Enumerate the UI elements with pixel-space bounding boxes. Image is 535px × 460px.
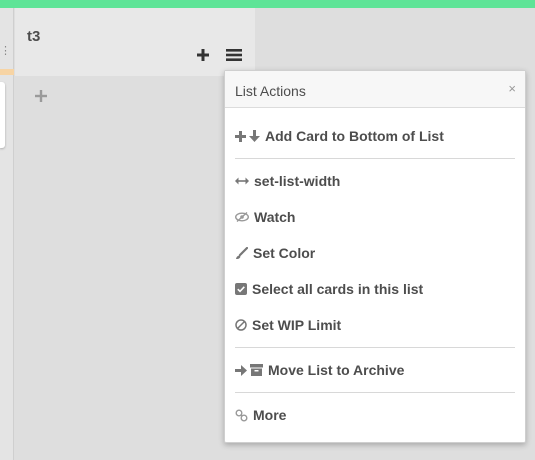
select-all-cards-item[interactable]: Select all cards in this list [235,278,423,300]
plus-icon [235,130,246,142]
add-card-icon[interactable] [35,90,47,102]
paint-brush-icon [236,246,248,259]
list-title[interactable]: t3 [27,28,40,45]
watch-item[interactable]: Watch [235,206,295,228]
set-list-width-item[interactable]: set-list-width [235,170,340,192]
list-column: t3 [15,8,255,460]
item-label: Move List to Archive [268,362,405,378]
drag-handle-icon[interactable]: ⋮ [0,46,11,57]
previous-list-card[interactable] [0,82,5,148]
arrows-horizontal-icon [235,177,249,185]
link-icon [235,409,248,421]
move-list-to-archive-item[interactable]: Move List to Archive [235,359,404,381]
close-icon[interactable]: × [508,82,516,95]
eye-slash-icon [235,212,249,222]
add-card-to-bottom-item[interactable]: Add Card to Bottom of List [235,125,444,147]
header-bar [0,0,535,8]
item-label: Set Color [253,245,316,261]
previous-list-color-accent [0,69,14,75]
hamburger-menu-icon[interactable] [226,48,242,62]
item-label: Set WIP Limit [252,317,342,333]
archive-icon [250,364,263,376]
popup-header: List Actions × [225,71,525,108]
arrow-down-icon [249,130,260,142]
arrow-right-icon [235,364,247,376]
set-wip-limit-item[interactable]: Set WIP Limit [235,314,341,336]
divider [235,158,515,159]
item-label: Select all cards in this list [252,281,424,297]
add-card-top-icon[interactable] [196,48,210,62]
item-label: Add Card to Bottom of List [265,128,444,144]
item-label: More [253,407,287,423]
check-square-icon [235,283,247,295]
popup-title: List Actions [235,83,306,99]
more-item[interactable]: More [235,404,286,426]
list-header: t3 [15,8,255,76]
list-actions-popup: List Actions × Add Card to Bottom of Lis… [224,70,526,443]
item-label: set-list-width [254,173,341,189]
divider [235,347,515,348]
previous-list-edge [0,8,14,460]
item-label: Watch [254,209,296,225]
ban-icon [235,319,247,331]
set-color-item[interactable]: Set Color [235,242,315,264]
divider [235,392,515,393]
